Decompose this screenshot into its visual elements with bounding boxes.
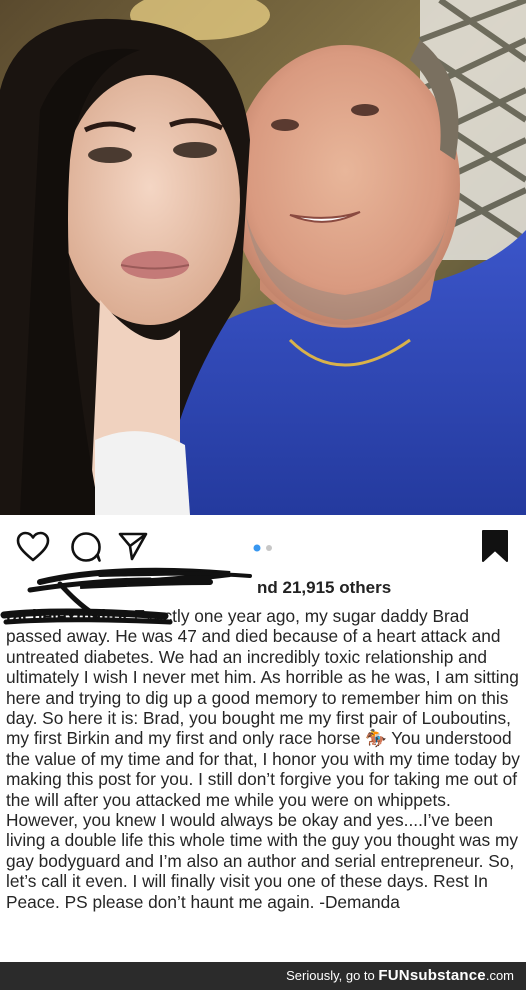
watermark-brand[interactable]: FUNsubstance [378,967,485,984]
caption-text: Exactly one year ago, my sugar daddy Bra… [6,606,520,912]
watermark-prefix: Seriously, go to [286,968,379,983]
watermark-text: Seriously, go to FUNsubstance.com [286,967,514,984]
watermark-suffix: .com [485,968,514,983]
watermark-footer: Seriously, go to FUNsubstance.com [0,962,526,990]
carousel-dot-active [253,544,261,552]
carousel-dot-inactive [266,545,272,551]
carousel-dots [253,544,272,552]
post-photo [0,0,526,515]
send-icon[interactable] [117,530,149,562]
likes-count[interactable]: nd 21,915 others [257,578,391,598]
caption-username[interactable]: rachelexmaitor [6,606,129,626]
comment-icon[interactable] [70,531,102,563]
selfie-image [0,0,526,515]
heart-icon[interactable] [16,531,50,563]
post-caption: rachelexmaitor Exactly one year ago, my … [6,606,521,912]
carousel-indicator [252,540,276,558]
bookmark-icon[interactable] [481,529,509,563]
